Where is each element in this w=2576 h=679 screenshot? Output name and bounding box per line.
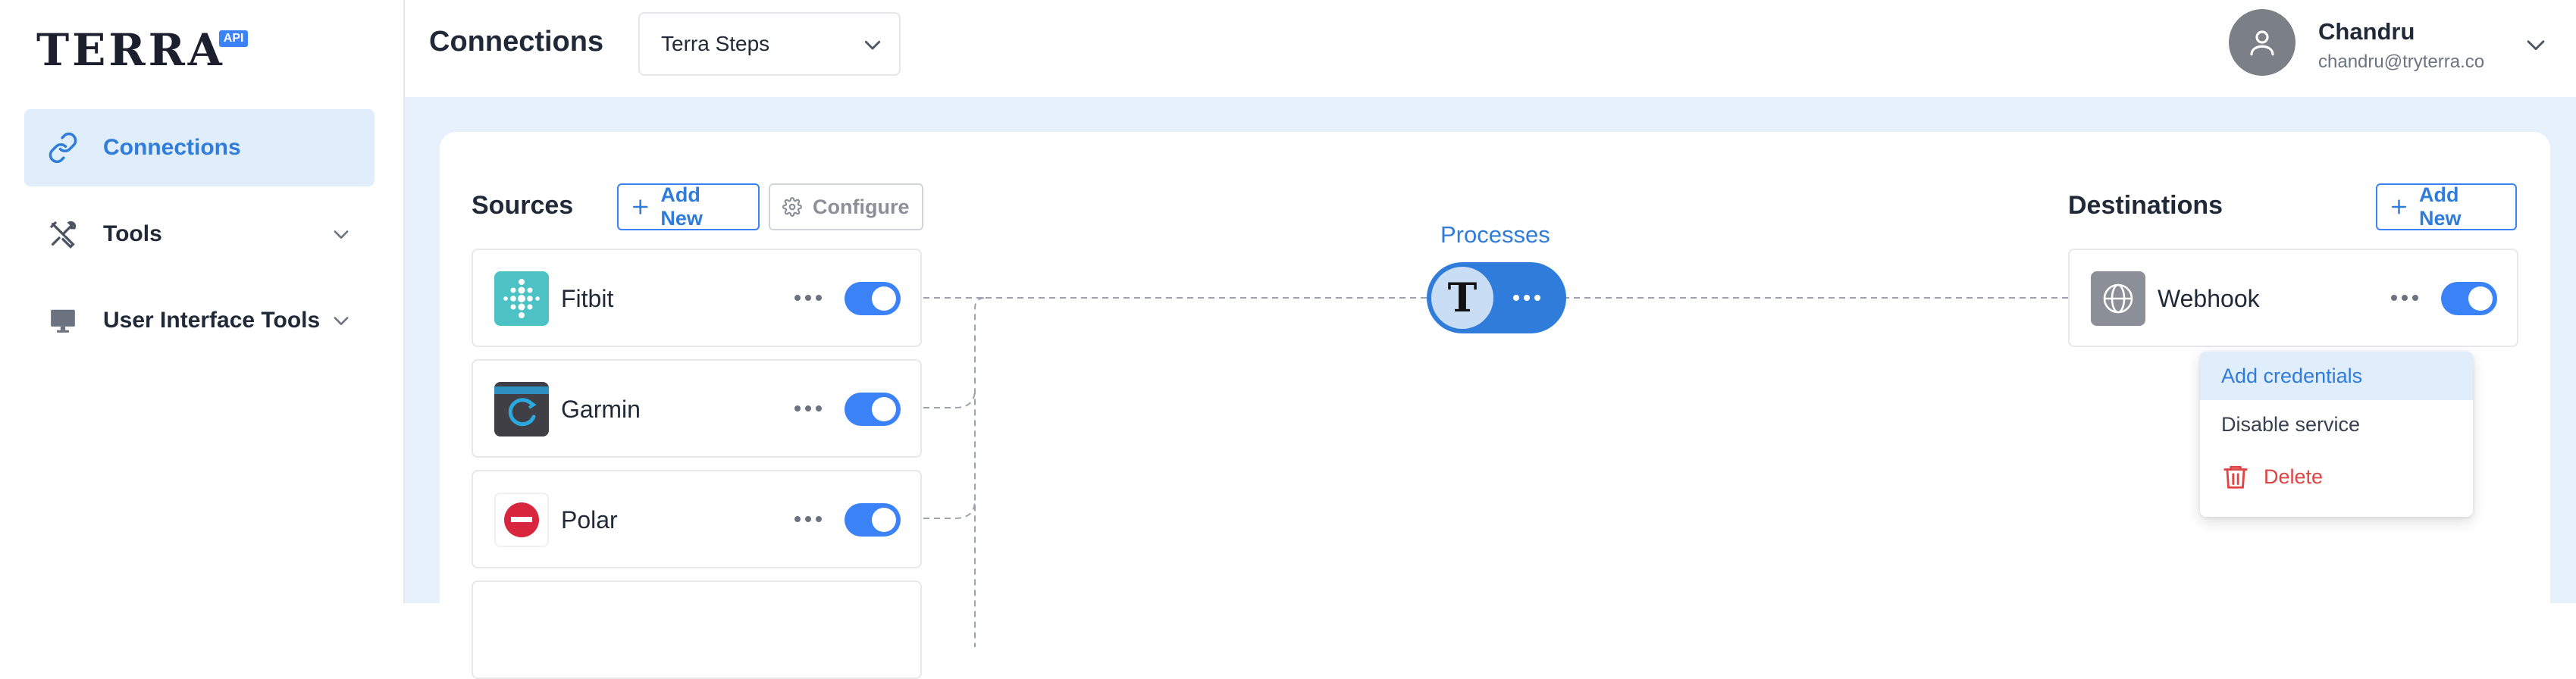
chevron-down-icon[interactable] [331, 310, 352, 331]
menu-item-delete[interactable]: Delete [2200, 449, 2473, 505]
project-select[interactable]: Terra Steps [638, 12, 901, 76]
sidebar-item-label: Connections [103, 135, 241, 160]
sidebar-item-label: User Interface Tools [103, 308, 321, 333]
terra-process-logo: T [1431, 267, 1493, 329]
chevron-down-icon[interactable] [2523, 32, 2549, 58]
chevron-down-icon [864, 40, 881, 50]
button-label: Add New [660, 183, 703, 230]
plus-icon [2391, 199, 2407, 214]
chevron-down-icon[interactable] [331, 224, 352, 245]
more-options-icon[interactable] [793, 514, 823, 524]
page-title: Connections [429, 26, 604, 58]
logo-wordmark: TERRA [36, 24, 225, 76]
source-name: Fitbit [561, 285, 614, 312]
source-toggle[interactable] [845, 503, 901, 537]
menu-item-add-credentials[interactable]: Add credentials [2200, 352, 2473, 400]
toggle-knob [872, 286, 896, 311]
more-options-icon[interactable] [793, 403, 823, 414]
destinations-title: Destinations [2068, 191, 2223, 220]
more-options-icon[interactable] [793, 293, 823, 303]
connector-line [923, 297, 986, 647]
toggle-knob [2468, 286, 2493, 311]
menu-item-label: Disable service [2221, 412, 2361, 436]
sidebar-item-connections[interactable]: Connections [24, 109, 374, 186]
main-area: Sources Add New Configure Fitbit Garmin … [405, 97, 2576, 679]
connector-line [923, 389, 976, 408]
tools-icon [47, 218, 79, 250]
sources-configure-button[interactable]: Configure [769, 183, 923, 230]
processes-title: Processes [1440, 221, 1550, 248]
globe-icon [2091, 271, 2145, 326]
context-menu: Add credentials Disable service Delete [2200, 352, 2473, 517]
button-label: Configure [813, 195, 910, 218]
source-card-garmin[interactable]: Garmin [472, 359, 922, 458]
toggle-knob [872, 508, 896, 532]
top-header: Connections Terra Steps Chandru chandru@… [405, 0, 2576, 97]
user-email: chandru@tryterra.co [2318, 52, 2485, 72]
source-card[interactable] [472, 580, 922, 679]
source-name: Garmin [561, 396, 641, 423]
menu-item-label: Delete [2264, 465, 2324, 488]
monitor-icon [47, 305, 79, 336]
menu-item-label: Add credentials [2221, 364, 2363, 387]
sources-title: Sources [472, 191, 574, 220]
button-label: Add New [2418, 183, 2462, 230]
process-logo-letter: T [1447, 274, 1478, 321]
source-name: Polar [561, 506, 618, 534]
trash-icon [2223, 465, 2248, 489]
source-toggle[interactable] [845, 282, 901, 315]
destination-card-webhook[interactable]: Webhook [2068, 249, 2518, 347]
process-node[interactable]: T [1427, 262, 1566, 333]
user-name: Chandru [2318, 18, 2415, 45]
logo-api-badge: API [218, 30, 249, 47]
sources-add-new-button[interactable]: Add New [617, 183, 760, 230]
fitbit-icon [494, 271, 549, 326]
sidebar-item-user-interface-tools[interactable]: User Interface Tools [24, 282, 374, 359]
sidebar-item-label: Tools [103, 221, 162, 246]
more-options-icon[interactable] [1512, 293, 1542, 303]
menu-item-disable-service[interactable]: Disable service [2200, 400, 2473, 449]
destination-name: Webhook [2158, 285, 2260, 312]
sidebar: TERRA API Connections Tools User Interfa… [0, 0, 405, 603]
terra-logo[interactable]: TERRA API [36, 24, 249, 76]
user-icon [2250, 30, 2274, 56]
avatar[interactable] [2229, 9, 2296, 76]
connector-line [923, 499, 976, 519]
more-options-icon[interactable] [2390, 293, 2420, 303]
user-menu[interactable]: Chandru chandru@tryterra.co [2229, 9, 2562, 79]
sidebar-item-tools[interactable]: Tools [24, 196, 374, 273]
link-icon [47, 132, 79, 164]
polar-icon [494, 493, 549, 547]
source-toggle[interactable] [845, 393, 901, 426]
source-card-fitbit[interactable]: Fitbit [472, 249, 922, 347]
destinations-add-new-button[interactable]: Add New [2376, 183, 2517, 230]
gear-icon [782, 197, 802, 217]
garmin-icon [494, 382, 549, 436]
connections-canvas: Sources Add New Configure Fitbit Garmin … [440, 132, 2550, 679]
destination-toggle[interactable] [2441, 282, 2497, 315]
project-select-value: Terra Steps [661, 32, 770, 55]
source-card-polar[interactable]: Polar [472, 470, 922, 568]
toggle-knob [872, 397, 896, 421]
plus-icon [632, 199, 648, 214]
